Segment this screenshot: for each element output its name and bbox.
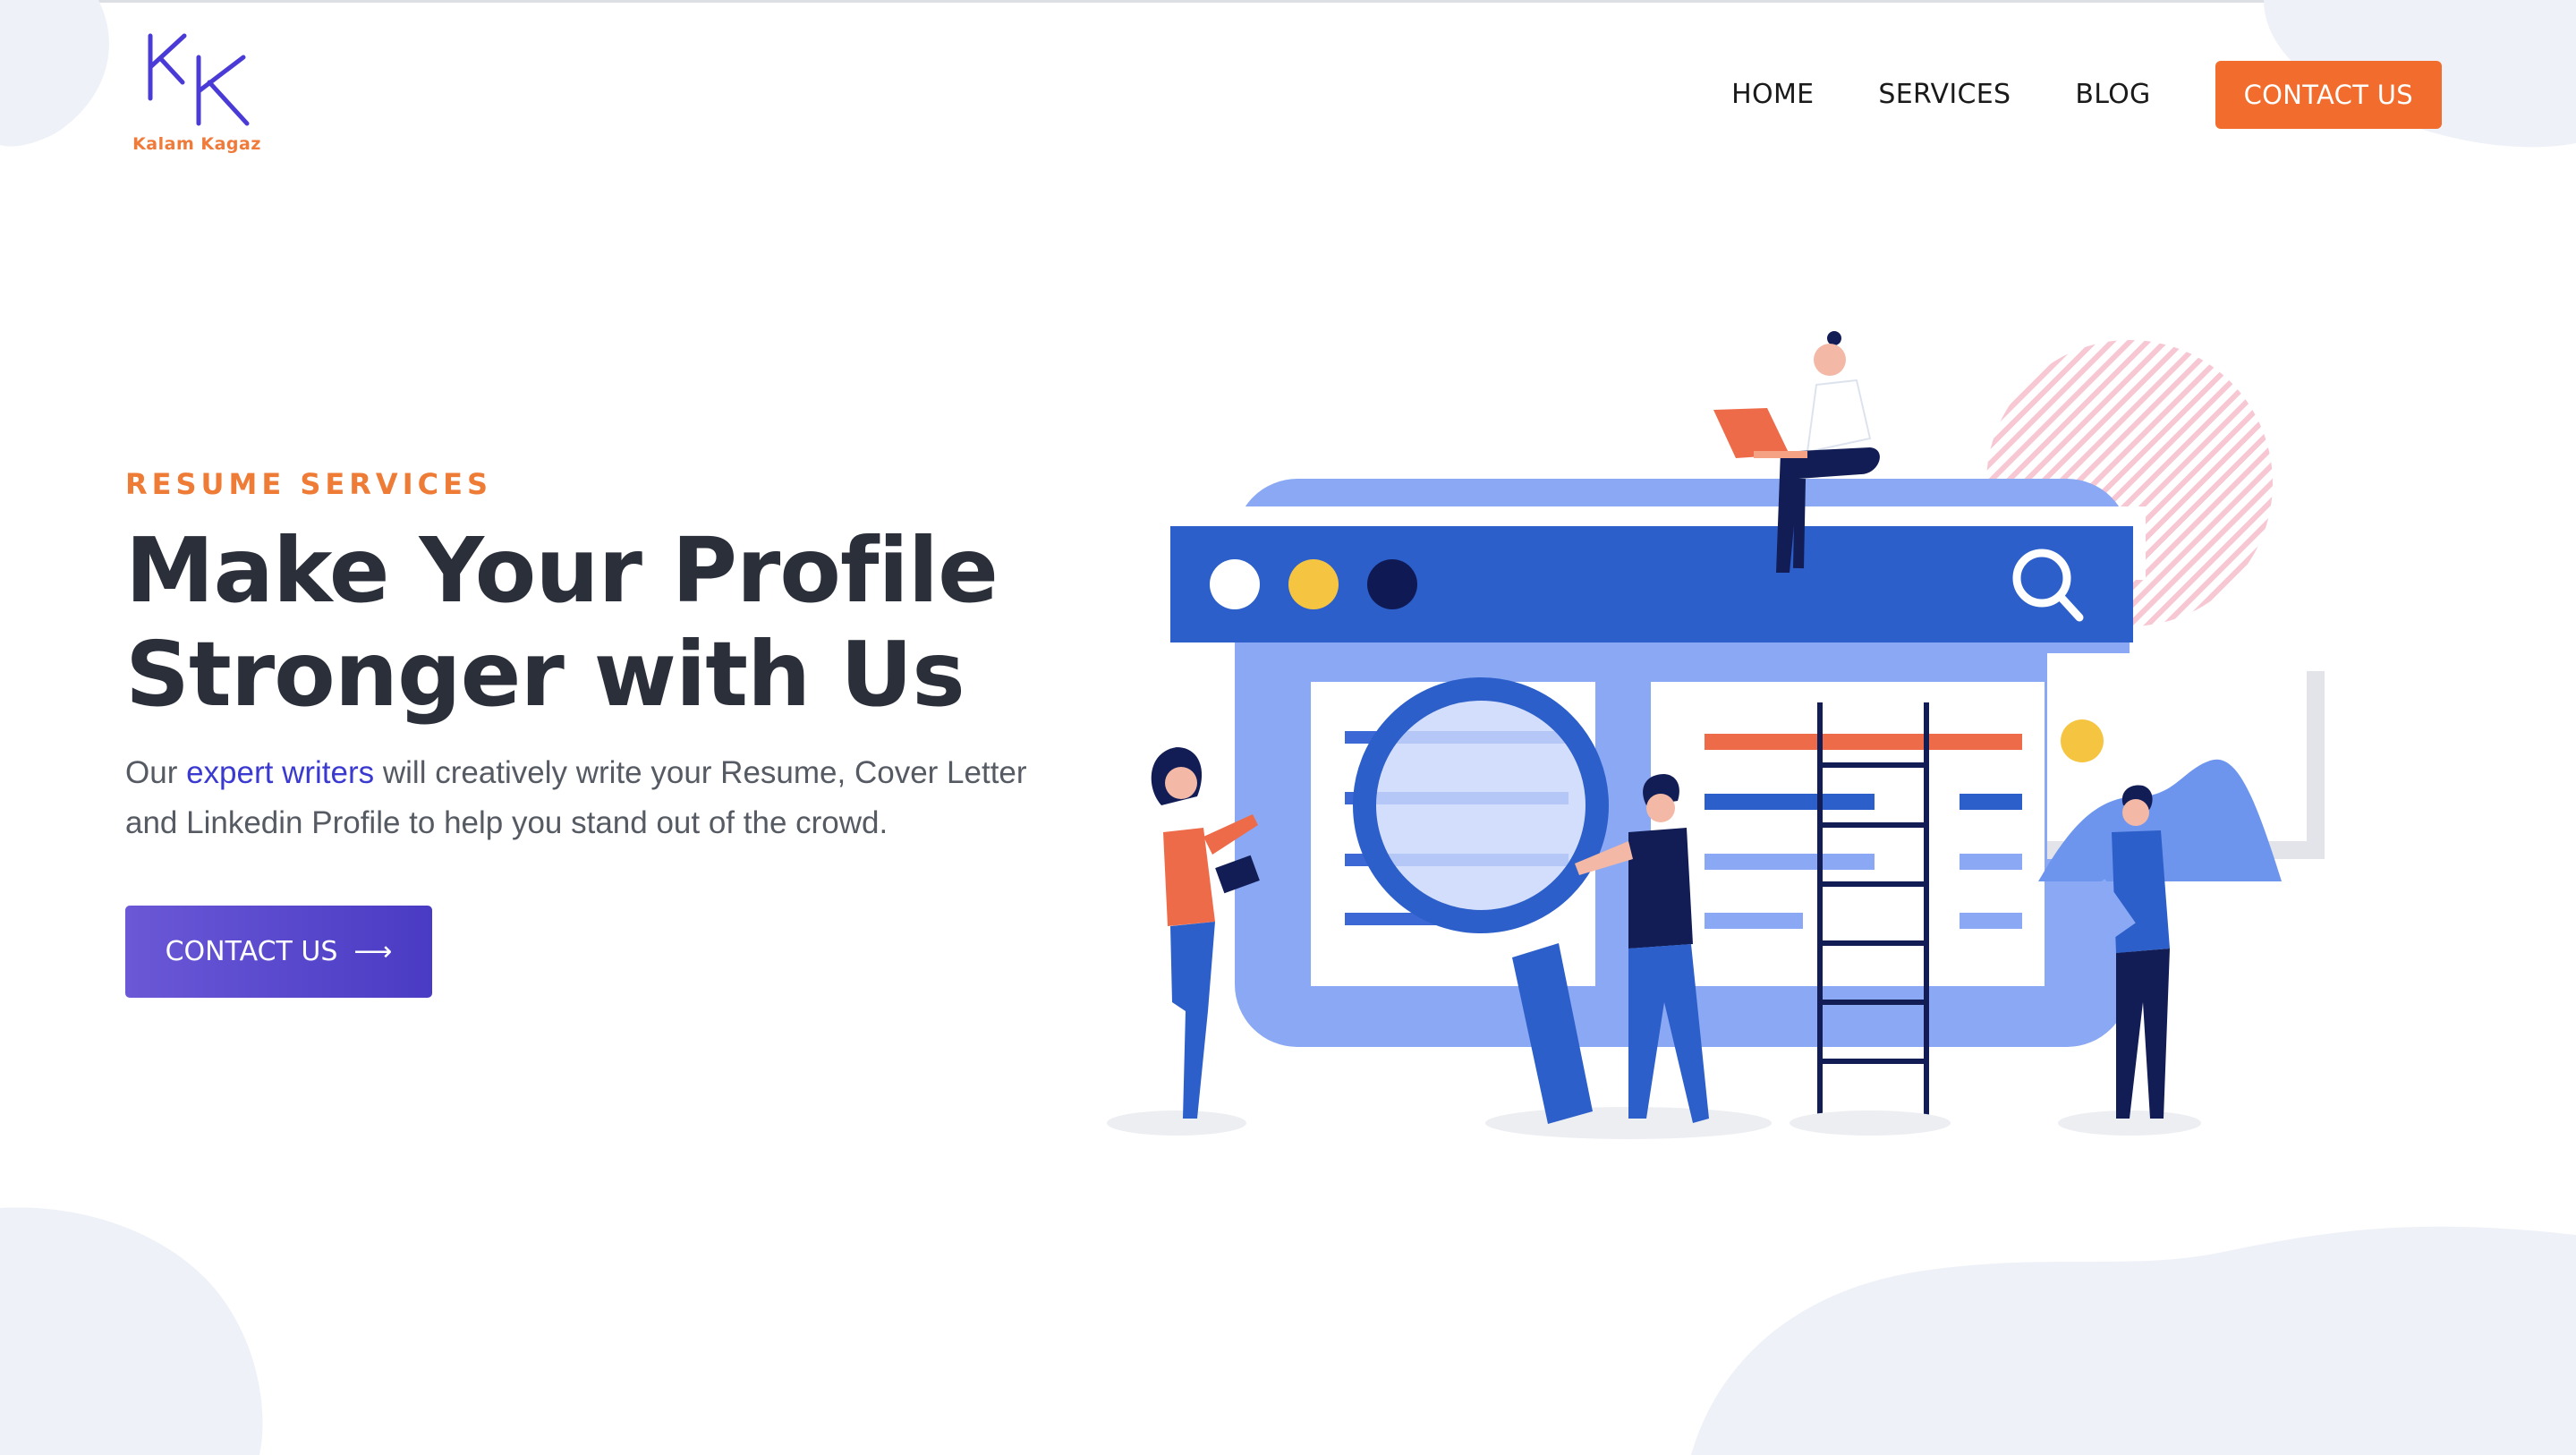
window-dot-yellow bbox=[1288, 559, 1339, 609]
arrow-right-icon: ⟶ bbox=[353, 936, 393, 967]
hero-contact-button[interactable]: CONTACT US ⟶ bbox=[125, 906, 432, 998]
hero-text-pre: Our bbox=[125, 755, 187, 790]
hero-illustration bbox=[1107, 331, 2325, 1139]
nav-home[interactable]: HOME bbox=[1731, 62, 1814, 128]
main-nav: HOME SERVICES BLOG CONTACT US bbox=[1731, 61, 2442, 129]
hero-title-line-2: Stronger with Us bbox=[125, 622, 965, 727]
page: Kalam Kagaz HOME SERVICES BLOG CONTACT U… bbox=[0, 0, 2576, 1455]
laptop-icon bbox=[1713, 408, 1807, 458]
window-dot-navy bbox=[1367, 559, 1417, 609]
hero-contact-label: CONTACT US bbox=[165, 936, 338, 967]
nav-contact-button[interactable]: CONTACT US bbox=[2215, 61, 2442, 129]
hero-title-line-1: Make Your Profile bbox=[125, 518, 999, 623]
window-dot-white bbox=[1210, 559, 1260, 609]
expert-writers-link[interactable]: expert writers bbox=[186, 755, 374, 790]
nav-services[interactable]: SERVICES bbox=[1878, 62, 2011, 128]
nav-blog[interactable]: BLOG bbox=[2075, 62, 2150, 128]
brand-name: Kalam Kagaz bbox=[132, 134, 261, 154]
hero-eyebrow: RESUME SERVICES bbox=[125, 467, 492, 501]
hero-title: Make Your Profile Stronger with Us bbox=[125, 519, 1109, 727]
hero-description: Our expert writers will creatively write… bbox=[125, 748, 1074, 848]
